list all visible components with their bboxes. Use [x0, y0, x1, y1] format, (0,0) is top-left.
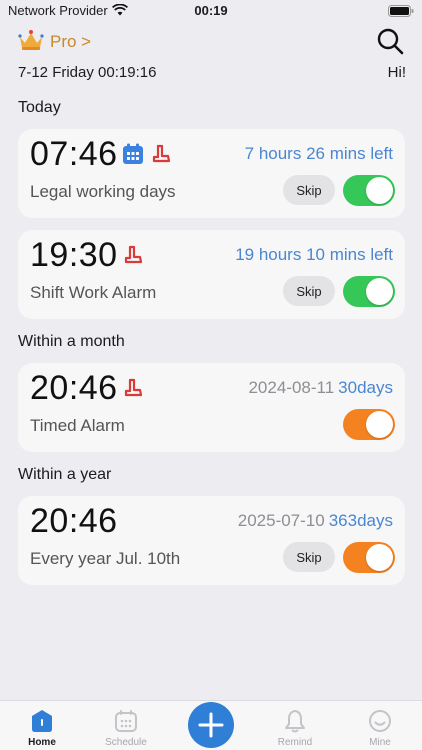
crown-icon [18, 29, 44, 56]
calendar-icon [122, 143, 144, 170]
skip-button[interactable]: Skip [283, 276, 335, 306]
tab-home-label: Home [28, 737, 56, 748]
alarm-card[interactable]: 07:46 7 hours 26 mins left Legal working… [18, 129, 405, 218]
toggle-knob [366, 278, 393, 305]
alarm-card[interactable]: 20:46 2025-07-10 363days Every year Jul. … [18, 496, 405, 585]
days-count: 30days [338, 378, 393, 397]
days-count: 363days [328, 511, 393, 530]
pro-label: Pro > [50, 32, 92, 51]
tab-schedule-label: Schedule [105, 737, 147, 748]
section-title-year: Within a year [18, 466, 112, 483]
tab-remind[interactable]: Remind [253, 701, 337, 750]
toggle-knob [366, 177, 393, 204]
alarm-toggle[interactable] [343, 175, 395, 206]
next-date: 2024-08-11 30days [248, 378, 393, 398]
tab-schedule[interactable]: Schedule [84, 701, 168, 750]
alarm-time: 07:46 [30, 135, 118, 173]
next-date: 2025-07-10 363days [238, 511, 393, 531]
plus-icon [188, 712, 234, 750]
time-left: 7 hours 26 mins left [244, 144, 393, 163]
alarm-label: Legal working days [30, 182, 176, 201]
time-left: 19 hours 10 mins left [235, 245, 393, 264]
home-icon [30, 709, 54, 733]
battery-icon [388, 5, 414, 20]
section-title-month: Within a month [18, 333, 125, 350]
alarm-time: 20:46 [30, 369, 118, 407]
search-button[interactable] [376, 27, 404, 55]
skip-button[interactable]: Skip [283, 175, 335, 205]
schedule-icon [114, 709, 138, 733]
alarm-date: 2024-08-11 [248, 378, 335, 397]
greeting: Hi! [387, 64, 406, 81]
skip-button[interactable]: Skip [283, 542, 335, 572]
alarm-card[interactable]: 20:46 2024-08-11 30days Timed Alarm [18, 363, 405, 452]
status-time: 00:19 [194, 3, 228, 18]
smiley-icon [368, 709, 392, 733]
tab-remind-label: Remind [277, 737, 313, 748]
shift-icon [122, 244, 144, 271]
pro-upgrade-link[interactable]: Pro > [18, 29, 92, 56]
shift-icon [122, 377, 144, 404]
alarm-toggle[interactable] [343, 542, 395, 573]
alarm-label: Timed Alarm [30, 416, 125, 435]
alarm-toggle[interactable] [343, 276, 395, 307]
toggle-knob [366, 544, 393, 571]
tab-mine[interactable]: Mine [338, 701, 422, 750]
alarm-label: Shift Work Alarm [30, 283, 157, 302]
status-bar: Network Provider 00:19 [0, 0, 422, 24]
current-datetime: 7-12 Friday 00:19:16 [18, 64, 157, 81]
alarm-toggle[interactable] [343, 409, 395, 440]
add-alarm-button[interactable] [188, 702, 234, 748]
toggle-knob [366, 411, 393, 438]
shift-icon [150, 143, 172, 170]
section-title-today: Today [18, 99, 61, 116]
alarm-card[interactable]: 19:30 19 hours 10 mins left Shift Work A… [18, 230, 405, 319]
alarm-date: 2025-07-10 [237, 511, 325, 530]
bell-icon [283, 709, 307, 733]
alarm-time: 19:30 [30, 236, 118, 274]
tab-mine-label: Mine [369, 737, 391, 748]
search-icon [376, 28, 404, 59]
alarm-label: Every year Jul. 10th [30, 549, 181, 568]
tab-home[interactable]: Home [0, 701, 84, 750]
alarm-time: 20:46 [30, 502, 118, 540]
